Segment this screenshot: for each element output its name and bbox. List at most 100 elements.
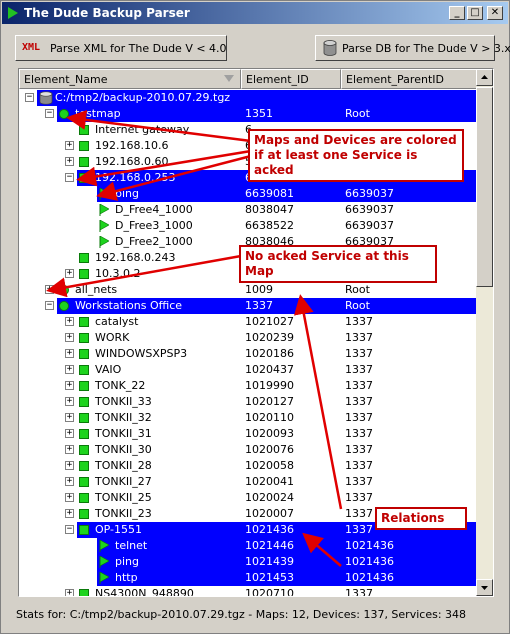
element-id-cell: 1020239	[245, 331, 294, 344]
service-flag-icon	[99, 540, 109, 552]
collapse-icon[interactable]: −	[65, 525, 74, 534]
element-id-cell: 1021436	[245, 523, 294, 536]
map-icon	[59, 285, 69, 295]
expand-icon[interactable]: +	[65, 269, 74, 278]
collapse-icon[interactable]: −	[25, 93, 34, 102]
device-row[interactable]: + TONKII_27 1020041 1337	[19, 474, 477, 490]
device-row[interactable]: + TONKII_28 1020058 1337	[19, 458, 477, 474]
element-name-cell: D_Free2_1000	[115, 235, 193, 248]
parse-db-button[interactable]: Parse DB for The Dude V > 3.x	[315, 35, 510, 61]
collapse-icon[interactable]: −	[65, 173, 74, 182]
element-name-cell: 192.168.10.6	[95, 139, 169, 152]
device-row[interactable]: + TONK_22 1019990 1337	[19, 378, 477, 394]
device-icon	[79, 157, 89, 167]
collapse-icon[interactable]: −	[45, 109, 54, 118]
element-name-cell: TONKII_32	[95, 411, 152, 424]
device-icon	[79, 493, 89, 503]
expand-icon[interactable]: +	[65, 365, 74, 374]
expand-icon[interactable]: +	[65, 157, 74, 166]
element-parentid-cell: 1337	[345, 347, 373, 360]
database-icon	[39, 91, 53, 105]
expand-icon[interactable]: +	[65, 589, 74, 596]
expand-icon[interactable]: +	[65, 333, 74, 342]
service-flag-icon	[99, 220, 109, 232]
column-header-element-id[interactable]: Element_ID	[241, 69, 341, 89]
device-row[interactable]: + TONKII_30 1020076 1337	[19, 442, 477, 458]
element-name-cell: TONKII_27	[95, 475, 152, 488]
minimize-button[interactable]: _	[449, 6, 465, 20]
device-row[interactable]: + WORK 1020239 1337	[19, 330, 477, 346]
element-name-cell: D_Free4_1000	[115, 203, 193, 216]
device-row[interactable]: + TONKII_25 1020024 1337	[19, 490, 477, 506]
element-id-cell: 6638522	[245, 219, 294, 232]
device-icon	[79, 589, 89, 596]
device-row[interactable]: + TONKII_33 1020127 1337	[19, 394, 477, 410]
app-play-icon	[8, 7, 18, 19]
root-row[interactable]: − C:/tmp2/backup-2010.07.29.tgz	[19, 90, 477, 106]
parse-xml-button[interactable]: XML Parse XML for The Dude V < 4.0	[15, 35, 227, 61]
service-flag-icon	[99, 204, 109, 216]
element-id-cell: 1009	[245, 283, 273, 296]
expand-icon[interactable]: +	[65, 461, 74, 470]
column-header-element-name[interactable]: Element_Name	[19, 69, 241, 89]
element-name-cell: TONKII_33	[95, 395, 152, 408]
element-parentid-cell: 1337	[345, 363, 373, 376]
map-row[interactable]: + all_nets 1009 Root	[19, 282, 477, 298]
element-id-cell: 1351	[245, 107, 273, 120]
service-row[interactable]: telnet 1021446 1021436	[19, 538, 477, 554]
element-parentid-cell: 6639037	[345, 219, 394, 232]
element-name-cell: VAIO	[95, 363, 122, 376]
expand-icon[interactable]: +	[65, 141, 74, 150]
expand-icon[interactable]: +	[65, 509, 74, 518]
element-id-cell: 1020076	[245, 443, 294, 456]
device-row[interactable]: + TONKII_32 1020110 1337	[19, 410, 477, 426]
device-row[interactable]: + NS4300N_948890 1020710 1337	[19, 586, 477, 596]
device-row[interactable]: + VAIO 1020437 1337	[19, 362, 477, 378]
map-row[interactable]: − Workstations Office 1337 Root	[19, 298, 477, 314]
scroll-thumb[interactable]	[476, 87, 493, 287]
element-parentid-cell: 1337	[345, 475, 373, 488]
column-header-label: Element_ParentID	[346, 73, 444, 86]
service-row[interactable]: D_Free3_1000 6638522 6639037	[19, 218, 477, 234]
element-name-cell: 192.168.0.60	[95, 155, 169, 168]
element-name-cell: all_nets	[75, 283, 118, 296]
element-name-cell: 192.168.0.253	[95, 171, 176, 184]
expand-icon[interactable]: +	[45, 285, 54, 294]
expand-icon[interactable]: +	[65, 477, 74, 486]
service-row[interactable]: ping 6639081 6639037	[19, 186, 477, 202]
element-id-cell: 1021446	[245, 539, 294, 552]
element-id-cell: 1019990	[245, 379, 294, 392]
element-name-cell: testmap	[75, 107, 121, 120]
service-row[interactable]: D_Free4_1000 8038047 6639037	[19, 202, 477, 218]
service-row[interactable]: ping 1021439 1021436	[19, 554, 477, 570]
maximize-button[interactable]: □	[467, 6, 483, 20]
expand-icon[interactable]: +	[65, 349, 74, 358]
element-name-cell: TONKII_30	[95, 443, 152, 456]
expand-icon[interactable]: +	[65, 445, 74, 454]
device-icon	[79, 381, 89, 391]
callout-maps-devices: Maps and Devices are colored if at least…	[248, 129, 464, 182]
element-name-cell: TONKII_23	[95, 507, 152, 520]
scroll-down-button[interactable]	[476, 579, 493, 596]
expand-icon[interactable]: +	[65, 413, 74, 422]
device-row[interactable]: + WINDOWSXPSP3 1020186 1337	[19, 346, 477, 362]
expand-icon[interactable]: +	[65, 317, 74, 326]
map-row[interactable]: − testmap 1351 Root	[19, 106, 477, 122]
close-button[interactable]: ✕	[487, 6, 503, 20]
service-row[interactable]: http 1021453 1021436	[19, 570, 477, 586]
column-header-element-parentid[interactable]: Element_ParentID	[341, 69, 478, 89]
expand-icon[interactable]: +	[65, 429, 74, 438]
scroll-up-button[interactable]	[476, 69, 493, 86]
vertical-scrollbar[interactable]	[476, 69, 493, 596]
expand-icon[interactable]: +	[65, 397, 74, 406]
parse-db-label: Parse DB for The Dude V > 3.x	[342, 42, 510, 55]
device-row[interactable]: + catalyst 1021027 1337	[19, 314, 477, 330]
title-bar[interactable]: The Dude Backup Parser _ □ ✕	[2, 2, 508, 24]
element-name-cell: Workstations Office	[75, 299, 183, 312]
service-flag-icon	[99, 236, 109, 248]
expand-icon[interactable]: +	[65, 381, 74, 390]
expand-icon[interactable]: +	[65, 493, 74, 502]
device-row[interactable]: + TONKII_31 1020093 1337	[19, 426, 477, 442]
collapse-icon[interactable]: −	[45, 301, 54, 310]
element-name-cell: WORK	[95, 331, 130, 344]
